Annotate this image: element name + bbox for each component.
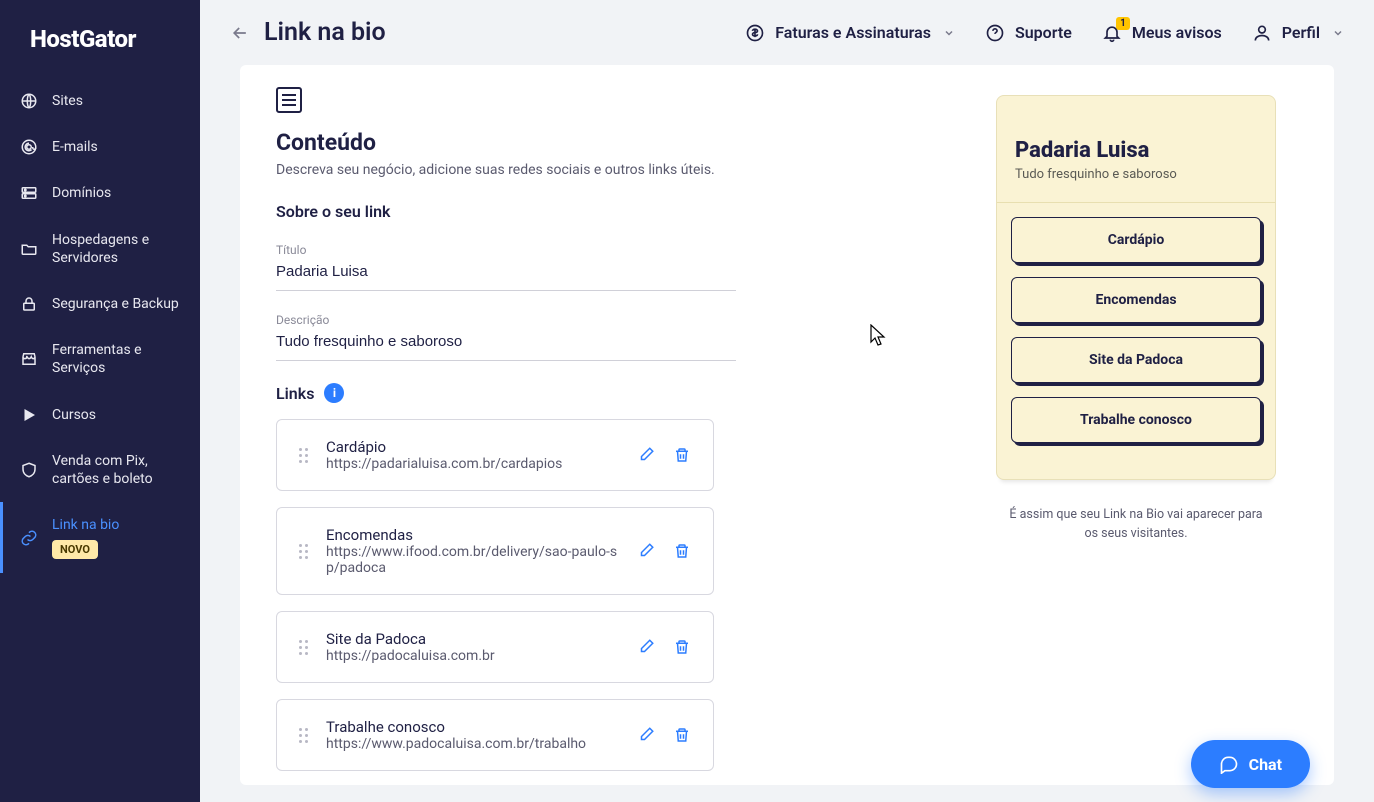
field-label: Descrição	[276, 313, 736, 327]
sidebar-item-label: Venda com Pix, cartões e boleto	[52, 452, 180, 488]
delete-icon[interactable]	[673, 446, 691, 464]
chat-label: Chat	[1249, 755, 1282, 774]
page-title: Link na bio	[264, 18, 386, 47]
preview-button[interactable]: Site da Padoca	[1011, 337, 1261, 383]
link-name: Trabalhe conosco	[326, 718, 619, 736]
link-url: https://padocaluisa.com.br	[326, 648, 619, 664]
sidebar-item-label: Cursos	[52, 406, 96, 424]
server-icon	[20, 184, 38, 202]
sidebar-item-hosting[interactable]: Hospedagens e Servidores	[0, 217, 200, 281]
preview-button[interactable]: Cardápio	[1011, 217, 1261, 263]
person-icon	[1252, 23, 1272, 43]
sidebar-item-courses[interactable]: Cursos	[0, 392, 200, 438]
link-url: https://padarialuisa.com.br/cardapios	[326, 456, 619, 472]
play-icon	[20, 406, 38, 424]
preview-caption: É assim que seu Link na Bio vai aparecer…	[996, 506, 1276, 544]
link-icon	[20, 529, 38, 547]
sidebar-item-link-bio[interactable]: Link na bio NOVO	[0, 502, 200, 573]
topnav-label: Faturas e Assinaturas	[775, 23, 931, 42]
preview-button[interactable]: Trabalhe conosco	[1011, 397, 1261, 443]
delete-icon[interactable]	[673, 726, 691, 744]
link-name: Encomendas	[326, 526, 619, 544]
drag-handle-icon[interactable]	[299, 448, 308, 463]
topbar: Link na bio Faturas e Assinaturas Suport…	[200, 0, 1374, 65]
notification-count-badge: 1	[1116, 17, 1130, 30]
drag-handle-icon[interactable]	[299, 728, 308, 743]
preview-subtitle: Tudo fresquinho e saboroso	[1015, 167, 1257, 182]
chevron-down-icon	[943, 27, 955, 39]
link-url: https://www.padocaluisa.com.br/trabalho	[326, 736, 619, 752]
globe-icon	[20, 92, 38, 110]
mail-icon	[20, 138, 38, 156]
sidebar-item-security[interactable]: Segurança e Backup	[0, 281, 200, 327]
section-description: Descreva seu negócio, adicione suas rede…	[276, 162, 956, 178]
link-card[interactable]: Trabalhe conosco https://www.padocaluisa…	[276, 699, 714, 771]
help-icon	[985, 23, 1005, 43]
about-heading: Sobre o seu link	[276, 202, 956, 221]
sidebar-item-sites[interactable]: Sites	[0, 78, 200, 124]
chat-button[interactable]: Chat	[1191, 740, 1310, 788]
preview-card: Padaria Luisa Tudo fresquinho e saboroso…	[996, 95, 1276, 480]
new-badge: NOVO	[52, 540, 98, 559]
field-label: Título	[276, 243, 736, 257]
lock-icon	[20, 295, 38, 313]
sidebar-item-payments[interactable]: Venda com Pix, cartões e boleto	[0, 438, 200, 502]
sidebar-item-label: Sites	[52, 92, 83, 110]
sidebar-item-emails[interactable]: E-mails	[0, 124, 200, 170]
store-icon	[20, 350, 38, 368]
sidebar-item-label: Hospedagens e Servidores	[52, 231, 180, 267]
delete-icon[interactable]	[673, 542, 691, 560]
topnav-label: Perfil	[1282, 23, 1320, 42]
preview-button[interactable]: Encomendas	[1011, 277, 1261, 323]
edit-icon[interactable]	[637, 542, 655, 560]
description-input[interactable]	[276, 333, 736, 350]
info-icon[interactable]: i	[324, 383, 344, 403]
edit-icon[interactable]	[637, 446, 655, 464]
topnav-label: Suporte	[1015, 23, 1072, 42]
sidebar-item-label: Domínios	[52, 184, 111, 202]
shield-icon	[20, 461, 38, 479]
sidebar-item-label: E-mails	[52, 138, 98, 156]
topnav-label: Meus avisos	[1132, 23, 1222, 42]
topnav-support[interactable]: Suporte	[985, 23, 1072, 43]
sidebar-item-tools[interactable]: Ferramentas e Serviços	[0, 327, 200, 391]
drag-handle-icon[interactable]	[299, 544, 308, 559]
brand-logo: HostGator	[0, 10, 200, 78]
section-title: Conteúdo	[276, 129, 956, 156]
title-field[interactable]: Título	[276, 235, 736, 291]
topnav-invoices[interactable]: Faturas e Assinaturas	[745, 23, 955, 43]
sidebar-item-domains[interactable]: Domínios	[0, 170, 200, 216]
sidebar-item-label: Segurança e Backup	[52, 295, 179, 313]
edit-icon[interactable]	[637, 638, 655, 656]
drag-handle-icon[interactable]	[299, 640, 308, 655]
chevron-down-icon	[1332, 27, 1344, 39]
sidebar-item-label: Ferramentas e Serviços	[52, 341, 180, 377]
document-icon	[276, 87, 302, 113]
sidebar-item-label: Link na bio	[52, 517, 119, 533]
sidebar: HostGator Sites E-mails Domínios Hospeda…	[0, 0, 200, 802]
topnav-profile[interactable]: Perfil	[1252, 23, 1344, 43]
links-heading: Links	[276, 384, 314, 403]
edit-icon[interactable]	[637, 726, 655, 744]
bell-icon: 1	[1102, 23, 1122, 43]
money-icon	[745, 23, 765, 43]
link-card[interactable]: Encomendas https://www.ifood.com.br/deli…	[276, 507, 714, 595]
title-input[interactable]	[276, 263, 736, 280]
chat-icon	[1219, 754, 1239, 774]
link-card[interactable]: Site da Padoca https://padocaluisa.com.b…	[276, 611, 714, 683]
topnav-notices[interactable]: 1 Meus avisos	[1102, 23, 1222, 43]
link-card[interactable]: Cardápio https://padarialuisa.com.br/car…	[276, 419, 714, 491]
description-field[interactable]: Descrição	[276, 305, 736, 361]
link-name: Site da Padoca	[326, 630, 619, 648]
link-url: https://www.ifood.com.br/delivery/sao-pa…	[326, 544, 619, 576]
delete-icon[interactable]	[673, 638, 691, 656]
preview-title: Padaria Luisa	[1015, 138, 1257, 163]
link-name: Cardápio	[326, 438, 619, 456]
back-arrow-icon[interactable]	[230, 23, 250, 43]
folder-icon	[20, 240, 38, 258]
